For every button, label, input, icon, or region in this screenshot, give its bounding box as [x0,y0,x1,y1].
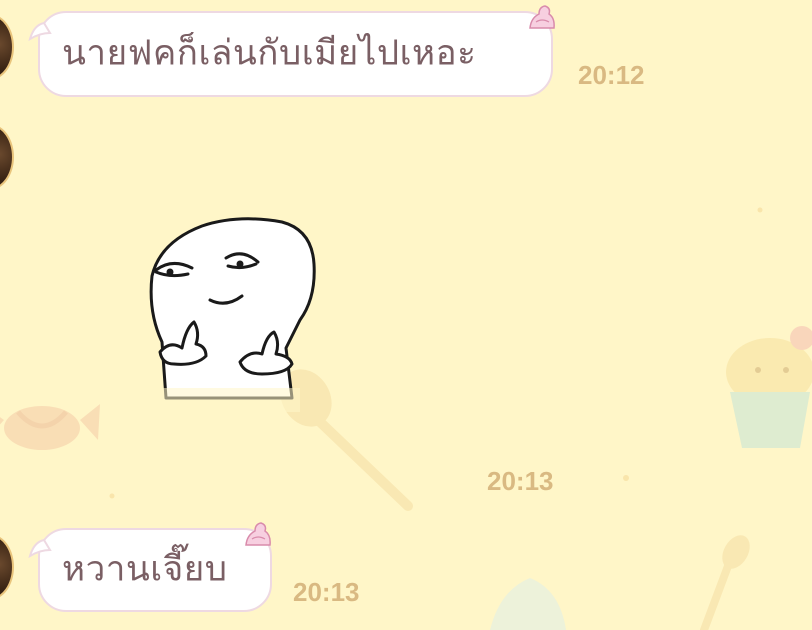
sender-avatar[interactable] [0,14,14,80]
message-bubble[interactable]: หวานเจี๊ยบ [28,528,272,612]
meringue-wallpaper-icon [490,578,566,630]
bubble-tail-icon [28,21,52,42]
whipped-cream-icon [245,522,271,546]
spoon-wallpaper-icon [700,535,750,630]
chat-area[interactable]: นายฟคก็เล่นกับเมียไปเหอะ 20:12 20:13 หวา… [0,0,812,630]
message-bubble[interactable]: นายฟคก็เล่นกับเมียไปเหอะ [28,11,553,97]
candy-wallpaper-icon [0,404,100,450]
whipped-cream-icon [529,5,555,29]
message-timestamp: 20:13 [293,577,360,607]
sender-avatar[interactable] [0,534,14,600]
smug-thumbs-up-sticker-icon[interactable] [140,212,325,412]
bubble-tail-icon [28,538,52,559]
sender-avatar[interactable] [0,124,14,190]
message-timestamp: 20:12 [578,60,645,90]
cupcake-wallpaper-icon [726,326,812,448]
message-text: หวานเจี๊ยบ [62,549,228,590]
message-timestamp: 20:13 [487,466,554,496]
message-text: นายฟคก็เล่นกับเมียไปเหอะ [62,33,477,74]
